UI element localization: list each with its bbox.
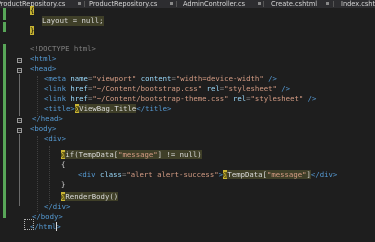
code-line: } <box>61 180 65 190</box>
div-open-tag: <div> <box>44 134 66 143</box>
renderbody-call: RenderBody() <box>65 192 119 201</box>
head-open-tag: <head> <box>30 64 57 73</box>
attr-name: rel <box>206 84 220 93</box>
code-line: <div> <box>44 134 66 144</box>
code-line: <html> <box>30 54 56 64</box>
razor-brace: { <box>30 6 35 15</box>
razor-expression: TempData[ <box>227 170 267 179</box>
attr-value: "~/Content/bootstrap-theme.css" <box>92 94 229 103</box>
string-literal: "message" <box>266 170 307 179</box>
collapse-body-icon[interactable]: − <box>17 118 22 124</box>
meta-tag: <meta <box>44 74 71 83</box>
head-close-tag: </head> <box>32 114 63 123</box>
layout-assignment: Layout = null; <box>42 16 104 25</box>
pin-icon[interactable] <box>258 2 261 5</box>
indent-guide <box>37 76 38 116</box>
attr-name: class <box>99 170 122 179</box>
attr-value: "stylesheet" <box>224 84 277 93</box>
tag-close: /> <box>276 84 291 93</box>
pin-icon[interactable] <box>78 2 81 5</box>
title-open-tag: <title> <box>44 104 75 113</box>
code-line: <meta name="viewport" content="width=dev… <box>44 74 277 84</box>
tab-label: ProductRepository.cs <box>89 0 158 8</box>
code-line: } <box>30 26 35 36</box>
attr-name: name <box>70 74 88 83</box>
tab-index[interactable]: Index.csht <box>338 0 375 8</box>
tab-divider <box>84 1 85 7</box>
tag-close: /> <box>263 74 277 83</box>
collapse-head-icon[interactable]: − <box>17 68 22 74</box>
tab-create[interactable]: Create.cshtml <box>268 0 317 8</box>
tab-divider <box>176 1 177 7</box>
if-expression: if(TempData[ <box>65 150 119 159</box>
attr-value: "width=device-width" <box>175 74 264 83</box>
code-line: </div> <box>44 202 70 212</box>
attr-name: href <box>70 84 88 93</box>
html-open-tag: <html> <box>30 54 57 63</box>
code-line: <head> <box>30 64 56 74</box>
collapse-div-icon[interactable]: − <box>17 128 22 134</box>
code-line: { <box>30 6 35 16</box>
tab-label: AdminController.cs <box>183 0 245 8</box>
attr-value: "viewport" <box>92 74 137 83</box>
code-line: @if(TempData["message"] != null) <box>61 150 202 160</box>
attr-name: content <box>140 74 172 83</box>
razor-expression: ViewBag.Title <box>79 104 137 113</box>
pin-icon[interactable] <box>326 2 329 5</box>
fold-guide <box>19 134 20 206</box>
change-marker <box>3 44 6 218</box>
code-line: </head> <box>32 114 63 124</box>
pin-icon[interactable] <box>170 2 173 5</box>
link-tag: <link <box>44 94 71 103</box>
razor-brace: } <box>30 26 35 35</box>
div-tag: <div <box>78 170 100 179</box>
text-cursor <box>56 222 57 231</box>
code-line: <!DOCTYPE html> <box>30 44 96 54</box>
string-literal: "message" <box>118 150 158 159</box>
doctype: <!DOCTYPE html> <box>30 44 96 53</box>
document-tab-strip: IProductRepository.cs ProductRepository.… <box>0 0 375 8</box>
div-close-tag: </div> <box>310 170 338 179</box>
code-line: Layout = null; <box>42 16 104 26</box>
tab-productrepository[interactable]: ProductRepository.cs <box>86 0 157 8</box>
indent-guide <box>49 146 50 204</box>
code-line: <div class="alert alert-success">@TempDa… <box>78 170 337 180</box>
body-close-tag: </body> <box>32 212 63 221</box>
code-line: <body> <box>30 124 56 134</box>
change-marker <box>3 22 6 32</box>
code-line: <title>@ViewBag.Title</title> <box>44 104 171 114</box>
tab-label: Index.csht <box>341 0 375 8</box>
collapse-html-icon[interactable]: − <box>17 58 22 64</box>
body-open-tag: <body> <box>30 124 57 133</box>
title-close-tag: </title> <box>136 104 172 113</box>
tab-label: Create.cshtml <box>271 0 318 8</box>
code-line: <link href="~/Content/bootstrap-theme.cs… <box>44 94 316 104</box>
tab-admincontroller[interactable]: AdminController.cs <box>180 0 245 8</box>
attr-value: "alert alert-success" <box>126 170 219 179</box>
attr-name: href <box>70 94 88 103</box>
link-tag: <link <box>44 84 71 93</box>
code-line: @RenderBody() <box>61 192 119 202</box>
code-line: { <box>61 160 65 170</box>
code-brace: } <box>61 180 66 189</box>
selection-marker <box>24 219 34 230</box>
div-close-tag: </div> <box>44 202 71 211</box>
code-brace: { <box>61 160 66 169</box>
change-marker <box>3 8 6 20</box>
fold-guide <box>19 74 20 116</box>
indent-guide <box>37 136 38 212</box>
code-line: </body> <box>32 212 63 222</box>
attr-name: rel <box>232 94 247 103</box>
tab-divider <box>333 1 334 7</box>
if-expression-rest: ] != null) <box>157 150 202 159</box>
code-line: <link href="~/Content/bootstrap.css" rel… <box>44 84 290 94</box>
attr-value: "stylesheet" <box>250 94 304 103</box>
attr-value: "~/Content/bootstrap.css" <box>92 84 203 93</box>
tag-close: /> <box>303 94 317 103</box>
tab-divider <box>263 1 264 7</box>
